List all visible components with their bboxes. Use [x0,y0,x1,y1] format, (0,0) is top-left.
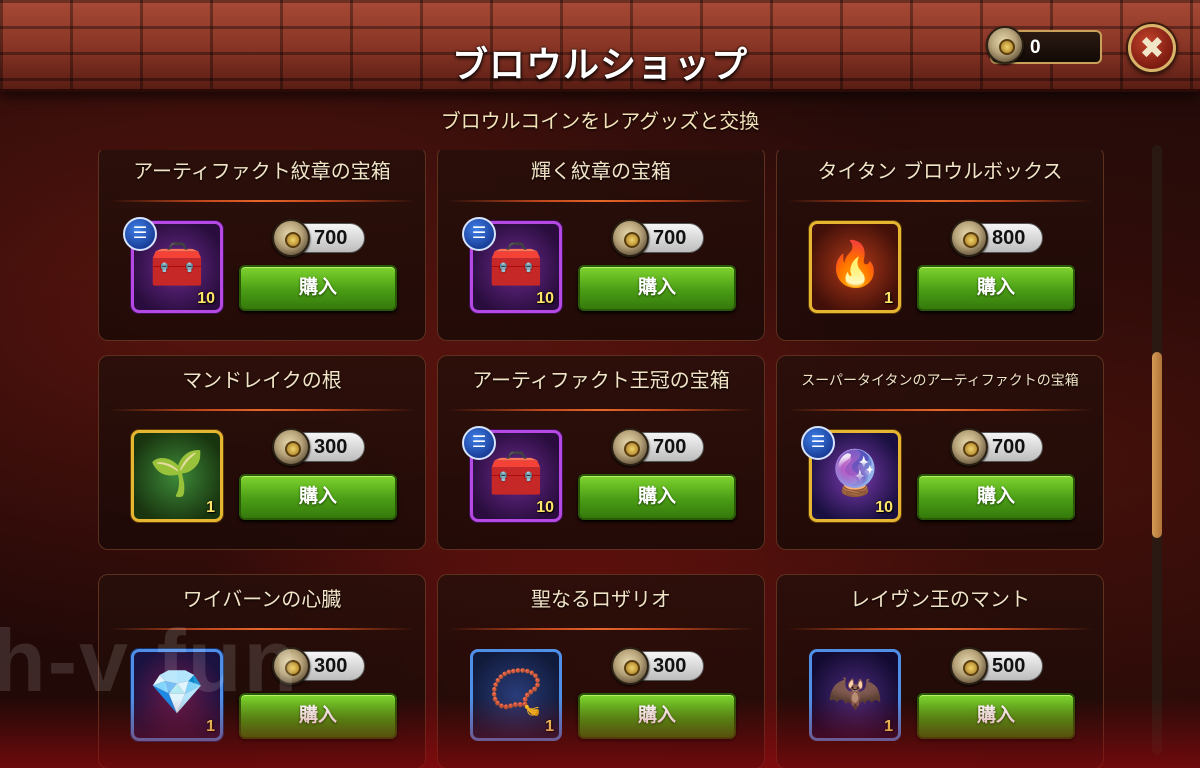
watermark: h-v fun [0,611,300,710]
item-quantity: 10 [197,290,215,307]
buy-button[interactable]: 購入 [917,474,1075,520]
shop-card: マンドレイクの根 🌱 1 300 購入 [98,355,426,550]
buy-button[interactable]: 購入 [917,693,1075,739]
item-quantity: 1 [206,718,215,735]
info-list-icon[interactable]: ☰ [462,217,496,251]
item-name: タイタン ブロウルボックス [817,159,1063,183]
item-name: マンドレイクの根 [182,368,342,392]
price-tag: 700 [272,219,365,257]
close-button[interactable]: ✖ [1128,24,1176,72]
brawl-coin-icon [611,219,649,257]
cloak-icon[interactable]: 🦇 1 [809,649,901,741]
price-tag: 300 [611,647,704,685]
price-value: 500 [992,655,1026,677]
price-tag: 300 [272,428,365,466]
item-quantity: 1 [545,718,554,735]
price-value: 300 [653,655,687,677]
price-tag: 700 [611,219,704,257]
price-value: 700 [653,436,687,458]
divider [109,200,415,202]
price-value: 300 [314,436,348,458]
price-value: 700 [653,227,687,249]
item-quantity: 10 [536,499,554,516]
forge-box-icon[interactable]: 🔥 1 [809,221,901,313]
brawl-coin-icon [950,428,988,466]
price-value: 700 [992,436,1026,458]
shop-subtitle: ブロウルコインをレアグッズと交換 [440,109,760,133]
item-name: 輝く紋章の宝箱 [531,159,671,183]
buy-button[interactable]: 購入 [239,265,397,311]
item-quantity: 10 [536,290,554,307]
item-quantity: 1 [884,718,893,735]
coin-balance-value: 0 [1030,37,1041,58]
buy-button[interactable]: 購入 [578,474,736,520]
item-name: アーティファクト紋章の宝箱 [133,159,391,183]
brawl-coin-icon [986,26,1024,64]
shop-card: アーティファクト紋章の宝箱 🧰 10 ☰ 700 購入 [98,150,426,341]
brawl-coin-icon [272,219,310,257]
close-icon: ✖ [1139,31,1165,66]
divider [109,409,415,411]
buy-button[interactable]: 購入 [578,265,736,311]
coin-balance: 0 [986,26,1102,64]
item-name: アーティファクト王冠の宝箱 [472,368,730,392]
brawl-coin-icon [611,647,649,685]
brawl-coin-icon [950,219,988,257]
divider [448,409,754,411]
price-value: 700 [314,227,348,249]
shop-card: タイタン ブロウルボックス 🔥 1 800 購入 [776,150,1104,341]
item-name: レイヴン王のマント [850,587,1030,611]
divider [448,628,754,630]
shop-card: レイヴン王のマント 🦇 1 500 購入 [776,574,1104,768]
item-quantity: 1 [884,290,893,307]
price-tag: 700 [950,428,1043,466]
item-quantity: 1 [206,499,215,516]
shop-card: 輝く紋章の宝箱 🧰 10 ☰ 700 購入 [437,150,765,341]
brawl-coin-icon [950,647,988,685]
brawl-coin-icon [611,428,649,466]
scrollbar-thumb[interactable] [1152,352,1162,538]
buy-button[interactable]: 購入 [239,474,397,520]
item-name: 聖なるロザリオ [531,587,671,611]
potion-jar-icon[interactable]: 🌱 1 [131,430,223,522]
price-tag: 700 [611,428,704,466]
info-list-icon[interactable]: ☰ [462,426,496,460]
shop-card: スーパータイタンのアーティファクトの宝箱 🔮 10 ☰ 700 購入 [776,355,1104,550]
price-value: 300 [314,655,348,677]
info-list-icon[interactable]: ☰ [801,426,835,460]
divider [787,409,1093,411]
shop-card: 聖なるロザリオ 📿 1 300 購入 [437,574,765,768]
price-value: 800 [992,227,1026,249]
divider [787,628,1093,630]
price-tag: 800 [950,219,1043,257]
item-quantity: 10 [875,499,893,516]
rosary-icon[interactable]: 📿 1 [470,649,562,741]
divider [787,200,1093,202]
brawl-coin-icon [272,428,310,466]
price-tag: 500 [950,647,1043,685]
item-name: ワイバーンの心臓 [182,587,342,611]
shop-card: アーティファクト王冠の宝箱 🧰 10 ☰ 700 購入 [437,355,765,550]
info-list-icon[interactable]: ☰ [123,217,157,251]
buy-button[interactable]: 購入 [578,693,736,739]
item-name: スーパータイタンのアーティファクトの宝箱 [801,373,1079,389]
buy-button[interactable]: 購入 [917,265,1075,311]
divider [448,200,754,202]
